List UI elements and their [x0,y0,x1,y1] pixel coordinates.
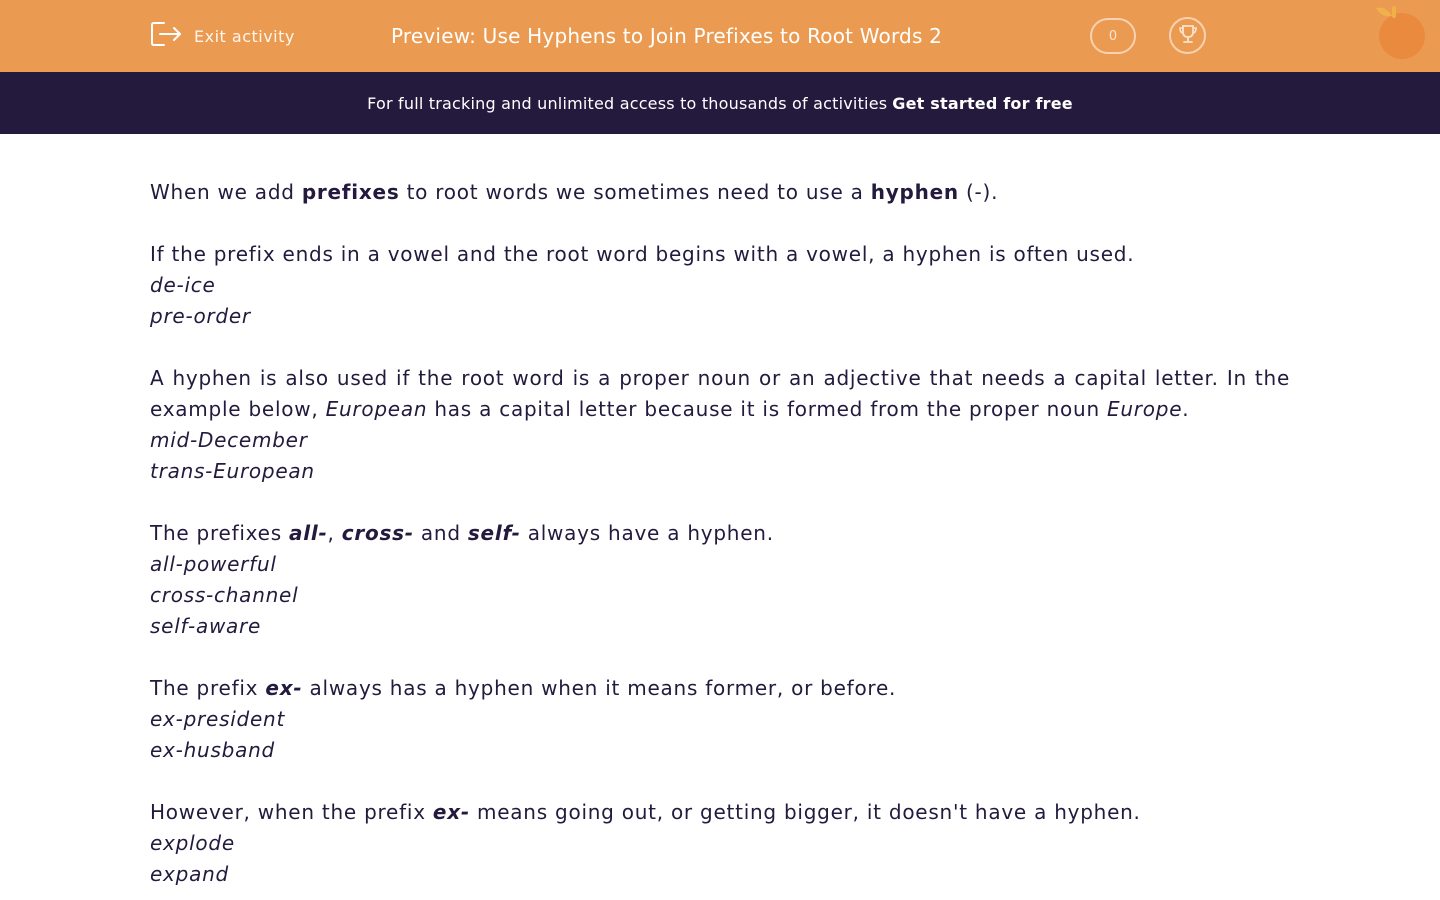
intro-text: to root words we sometimes need to use a [399,180,871,204]
prefix-ex: ex- [432,800,470,824]
example-word: ex-president [150,707,286,731]
banner-text: For full tracking and unlimited access t… [367,93,888,113]
exit-activity-button[interactable]: Exit activity [150,22,295,50]
rule-text: always has a hyphen when it means former… [302,676,897,700]
get-started-link[interactable]: Get started for free [892,94,1073,113]
example-word: self-aware [150,614,262,638]
prefix-self: self- [467,521,521,545]
rule-text: , [327,521,342,545]
exit-icon [150,20,182,52]
example-word: mid-December [150,428,308,452]
ex-former-rule: The prefix ex- always has a hyphen when … [150,673,1290,704]
proper-noun-rule: A hyphen is also used if the root word i… [150,363,1290,425]
rule-text: The prefix [150,676,266,700]
rule-text: and [413,521,468,545]
signup-banner: For full tracking and unlimited access t… [0,72,1440,134]
trophy-button[interactable] [1169,17,1206,54]
rule-text: However, when the prefix [150,800,433,824]
example-word: all-powerful [150,552,277,576]
intro-paragraph: When we add prefixes to root words we so… [150,177,1290,208]
always-hyphen-rule: The prefixes all-, cross- and self- alwa… [150,518,1290,549]
top-bar: Exit activity Preview: Use Hyphens to Jo… [0,0,1440,72]
rule-text: means going out, or getting bigger, it d… [469,800,1141,824]
lesson-content: When we add prefixes to root words we so… [150,177,1290,890]
prefix-ex: ex- [265,676,303,700]
example-word: de-ice [150,273,216,297]
intro-text: (-). [958,180,999,204]
rule-text: The prefixes [150,521,289,545]
ex-out-rule: However, when the prefix ex- means going… [150,797,1290,828]
term-hyphen: hyphen [870,180,959,204]
rule-text: has a capital letter because it is forme… [427,397,1107,421]
exit-activity-label: Exit activity [194,26,295,46]
example-word: pre-order [150,304,251,328]
example-word: explode [150,831,235,855]
prefix-all: all- [289,521,328,545]
term-european: European [325,397,428,421]
orange-logo-icon [1372,4,1432,64]
term-prefixes: prefixes [301,180,400,204]
page-title: Preview: Use Hyphens to Join Prefixes to… [391,24,943,48]
intro-text: When we add [150,180,302,204]
score-badge: 0 [1090,18,1136,54]
example-word: cross-channel [150,583,299,607]
example-word: ex-husband [150,738,275,762]
rule-text: always have a hyphen. [520,521,774,545]
trophy-icon [1177,23,1199,49]
example-word: trans-European [150,459,315,483]
rule-text: . [1182,397,1190,421]
prefix-cross: cross- [341,521,414,545]
term-europe: Europe [1106,397,1183,421]
example-word: expand [150,862,229,886]
vowel-rule: If the prefix ends in a vowel and the ro… [150,242,1135,266]
